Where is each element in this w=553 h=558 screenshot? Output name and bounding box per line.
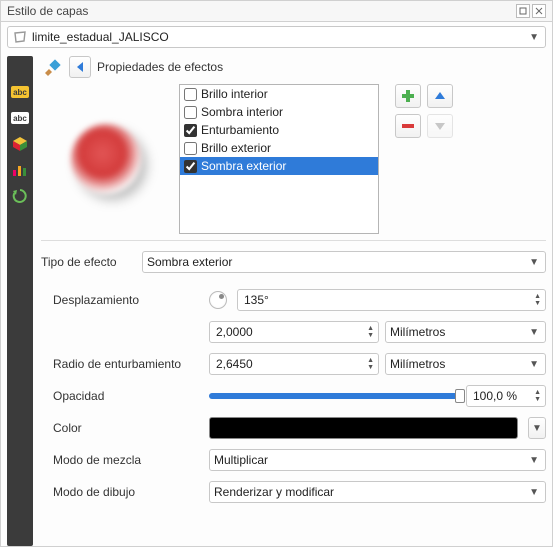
opacity-row: Opacidad 100,0 % ▲▼ xyxy=(41,383,546,409)
panel-body: abc abc Prop xyxy=(1,52,552,546)
offset-angle-value: 135° xyxy=(244,293,528,307)
effects-list-buttons xyxy=(395,84,453,138)
back-button[interactable] xyxy=(69,56,91,78)
angle-dial[interactable] xyxy=(209,291,227,309)
spinner-arrows[interactable]: ▲▼ xyxy=(532,293,543,307)
move-up-button[interactable] xyxy=(427,84,453,108)
history-icon[interactable] xyxy=(11,188,29,204)
blur-unit-value: Milímetros xyxy=(390,357,445,371)
chevron-down-icon: ▼ xyxy=(527,487,541,498)
blur-row: Radio de enturbamiento 2,6450 ▲▼ Milímet… xyxy=(41,351,546,377)
panel-title: Estilo de capas xyxy=(7,4,516,18)
svg-text:abc: abc xyxy=(13,88,27,97)
effect-checkbox[interactable] xyxy=(184,142,197,155)
layer-selector-value: limite_estadual_JALISCO xyxy=(32,30,169,44)
blur-unit-select[interactable]: Milímetros ▼ xyxy=(385,353,546,375)
spinner-arrows[interactable]: ▲▼ xyxy=(532,389,543,403)
offset-angle-spinner[interactable]: 135° ▲▼ xyxy=(237,289,546,311)
content-area: Propiedades de efectos Brillo interior So… xyxy=(33,56,546,546)
titlebar-buttons xyxy=(516,4,546,18)
opacity-value: 100,0 % xyxy=(473,389,528,403)
effect-item-label: Brillo interior xyxy=(201,87,268,101)
offset-distance-row: 2,0000 ▲▼ Milímetros ▼ xyxy=(41,319,546,345)
svg-text:abc: abc xyxy=(13,114,27,123)
style-category-strip: abc abc xyxy=(7,56,33,546)
opacity-spinner[interactable]: 100,0 % ▲▼ xyxy=(466,385,546,407)
blend-select[interactable]: Multiplicar ▼ xyxy=(209,449,546,471)
effect-type-value: Sombra exterior xyxy=(147,255,232,269)
draw-value: Renderizar y modificar xyxy=(214,485,334,499)
3d-view-icon[interactable] xyxy=(11,136,29,152)
diagrams-icon[interactable] xyxy=(11,162,29,178)
slider-thumb[interactable] xyxy=(455,389,465,403)
offset-unit-select[interactable]: Milímetros ▼ xyxy=(385,321,546,343)
offset-row: Desplazamiento 135° ▲▼ xyxy=(41,287,546,313)
effects-list-item[interactable]: Brillo interior xyxy=(180,85,378,103)
chevron-down-icon: ▼ xyxy=(527,257,541,268)
symbology-icon[interactable]: abc xyxy=(11,84,29,100)
color-swatch[interactable] xyxy=(209,417,518,439)
effects-list-item[interactable]: Brillo exterior xyxy=(180,139,378,157)
offset-label: Desplazamiento xyxy=(53,293,203,307)
effect-type-row: Tipo de efecto Sombra exterior ▼ xyxy=(41,249,546,275)
titlebar: Estilo de capas xyxy=(1,1,552,22)
layer-selector[interactable]: limite_estadual_JALISCO ▼ xyxy=(7,26,546,48)
opacity-slider-wrap xyxy=(209,393,460,399)
blur-value: 2,6450 xyxy=(216,357,361,371)
effects-zone: Brillo interior Sombra interior Enturbamie… xyxy=(41,84,546,234)
draw-label: Modo de dibujo xyxy=(53,485,203,499)
effects-list-item[interactable]: Sombra interior xyxy=(180,103,378,121)
preview-symbol xyxy=(71,124,141,194)
chevron-down-icon: ▼ xyxy=(527,359,541,370)
opacity-slider[interactable] xyxy=(209,393,460,399)
effect-checkbox[interactable] xyxy=(184,124,197,137)
remove-effect-button[interactable] xyxy=(395,114,421,138)
spinner-arrows[interactable]: ▲▼ xyxy=(365,325,376,339)
close-button[interactable] xyxy=(532,4,546,18)
move-down-button xyxy=(427,114,453,138)
blur-spinner[interactable]: 2,6450 ▲▼ xyxy=(209,353,379,375)
effects-list-item[interactable]: Enturbamiento xyxy=(180,121,378,139)
offset-distance-value: 2,0000 xyxy=(216,325,361,339)
chevron-down-icon: ▼ xyxy=(527,327,541,338)
blend-row: Modo de mezcla Multiplicar ▼ xyxy=(41,447,546,473)
blend-label: Modo de mezcla xyxy=(53,453,203,467)
offset-distance-spinner[interactable]: 2,0000 ▲▼ xyxy=(209,321,379,343)
offset-unit-value: Milímetros xyxy=(390,325,445,339)
effect-item-label: Enturbamiento xyxy=(201,123,279,137)
color-dropdown-button[interactable]: ▼ xyxy=(528,417,546,439)
effect-preview xyxy=(41,84,171,234)
effects-header-label: Propiedades de efectos xyxy=(97,60,223,74)
polygon-layer-icon xyxy=(12,29,28,45)
effect-type-label: Tipo de efecto xyxy=(41,255,136,269)
effects-header-row: Propiedades de efectos xyxy=(41,56,546,78)
slider-fill xyxy=(209,393,460,399)
layer-selector-row: limite_estadual_JALISCO ▼ xyxy=(1,22,552,52)
effect-item-label: Brillo exterior xyxy=(201,141,271,155)
divider xyxy=(41,240,546,241)
effects-list-item[interactable]: Sombra exterior xyxy=(180,157,378,175)
spinner-arrows[interactable]: ▲▼ xyxy=(365,357,376,371)
blend-value: Multiplicar xyxy=(214,453,268,467)
add-effect-button[interactable] xyxy=(395,84,421,108)
effect-item-label: Sombra exterior xyxy=(201,159,286,173)
color-label: Color xyxy=(53,421,203,435)
chevron-down-icon: ▼ xyxy=(527,32,541,43)
effect-item-label: Sombra interior xyxy=(201,105,283,119)
effect-checkbox[interactable] xyxy=(184,88,197,101)
opacity-label: Opacidad xyxy=(53,389,203,403)
effects-list[interactable]: Brillo interior Sombra interior Enturbamie… xyxy=(179,84,379,234)
effect-checkbox[interactable] xyxy=(184,106,197,119)
blur-label: Radio de enturbamiento xyxy=(53,357,203,371)
draw-select[interactable]: Renderizar y modificar ▼ xyxy=(209,481,546,503)
effect-checkbox[interactable] xyxy=(184,160,197,173)
effect-type-select[interactable]: Sombra exterior ▼ xyxy=(142,251,546,273)
labels-icon[interactable]: abc xyxy=(11,110,29,126)
dock-button[interactable] xyxy=(516,4,530,18)
draw-row: Modo de dibujo Renderizar y modificar ▼ xyxy=(41,479,546,505)
layer-styling-panel: Estilo de capas limite_estadual_JALISCO … xyxy=(0,0,553,547)
color-row: Color ▼ xyxy=(41,415,546,441)
brush-icon xyxy=(41,56,63,78)
chevron-down-icon: ▼ xyxy=(527,455,541,466)
